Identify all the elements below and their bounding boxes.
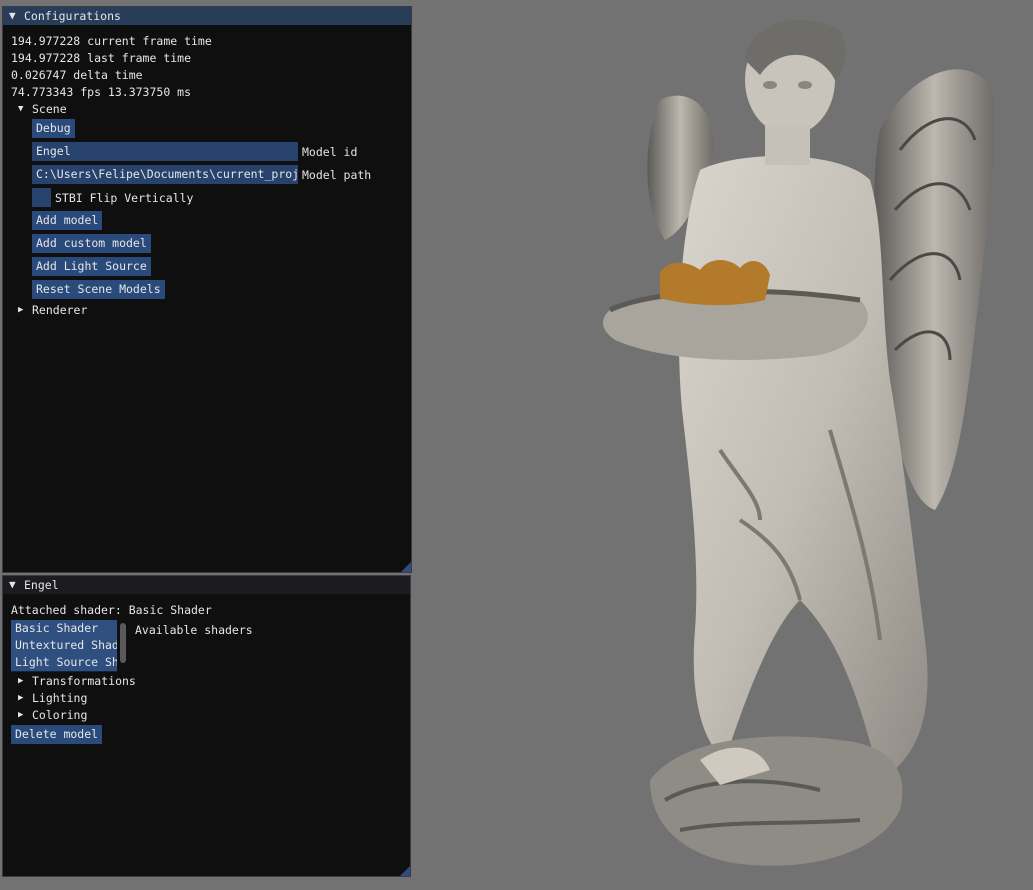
reset-scene-models-button[interactable]: Reset Scene Models	[32, 280, 165, 299]
attached-shader-text: Attached shader: Basic Shader	[11, 603, 212, 617]
shader-option[interactable]: Light Source Shader	[11, 654, 117, 671]
angel-statue-model	[603, 20, 995, 866]
model-window-titlebar[interactable]: ▼ Engel	[3, 576, 410, 594]
resize-grip-icon[interactable]	[400, 866, 410, 876]
window-title: Configurations	[24, 9, 121, 23]
shader-listbox[interactable]: Basic Shader Untextured Shader Light Sou…	[11, 620, 117, 672]
stat-delta-time: 0.026747 delta time	[11, 68, 143, 82]
shader-option[interactable]: Untextured Shader	[11, 637, 117, 654]
3d-viewport[interactable]	[412, 0, 1033, 890]
flip-vertically-checkbox[interactable]	[32, 188, 51, 207]
transformations-header[interactable]: Transformations	[32, 674, 136, 688]
debug-button[interactable]: Debug	[32, 119, 75, 138]
model-id-label: Model id	[302, 145, 358, 159]
scene-header[interactable]: Scene	[32, 102, 67, 116]
model-path-input[interactable]: C:\Users\Felipe\Documents\current_proj	[32, 165, 298, 184]
available-shaders-label: Available shaders	[135, 623, 253, 637]
model-id-input[interactable]: Engel	[32, 142, 298, 161]
model-path-label: Model path	[302, 168, 372, 182]
window-title: Engel	[24, 578, 59, 592]
model-window: ▼ Engel Attached shader: Basic Shader Ba…	[2, 575, 411, 877]
add-light-source-button[interactable]: Add Light Source	[32, 257, 151, 276]
stat-last-frame-time: 194.977228 last frame time	[11, 51, 192, 65]
stat-current-frame-time: 194.977228 current frame time	[11, 34, 212, 48]
lighting-header[interactable]: Lighting	[32, 691, 87, 705]
delete-model-button[interactable]: Delete model	[11, 725, 103, 744]
resize-grip-icon[interactable]	[401, 562, 411, 572]
configurations-titlebar[interactable]: ▼ Configurations	[3, 7, 411, 25]
lighting-tree-arrow-icon[interactable]: ▶	[18, 693, 23, 703]
add-model-button[interactable]: Add model	[32, 211, 103, 230]
coloring-tree-arrow-icon[interactable]: ▶	[18, 710, 23, 720]
shader-list-scrollbar[interactable]	[120, 623, 126, 663]
transformations-tree-arrow-icon[interactable]: ▶	[18, 676, 23, 686]
stat-fps: 74.773343 fps 13.373750 ms	[11, 85, 192, 99]
flip-vertically-label: STBI Flip Vertically	[55, 191, 194, 205]
coloring-header[interactable]: Coloring	[32, 708, 87, 722]
shader-option[interactable]: Basic Shader	[11, 620, 117, 637]
collapse-arrow-icon[interactable]: ▼	[9, 9, 16, 22]
renderer-tree-arrow-icon[interactable]: ▶	[18, 305, 23, 315]
configurations-window: ▼ Configurations 194.977228 current fram…	[2, 6, 412, 573]
collapse-arrow-icon[interactable]: ▼	[9, 578, 16, 591]
add-custom-model-button[interactable]: Add custom model	[32, 234, 151, 253]
scene-tree-arrow-icon[interactable]: ▼	[18, 104, 23, 114]
renderer-header[interactable]: Renderer	[32, 303, 87, 317]
